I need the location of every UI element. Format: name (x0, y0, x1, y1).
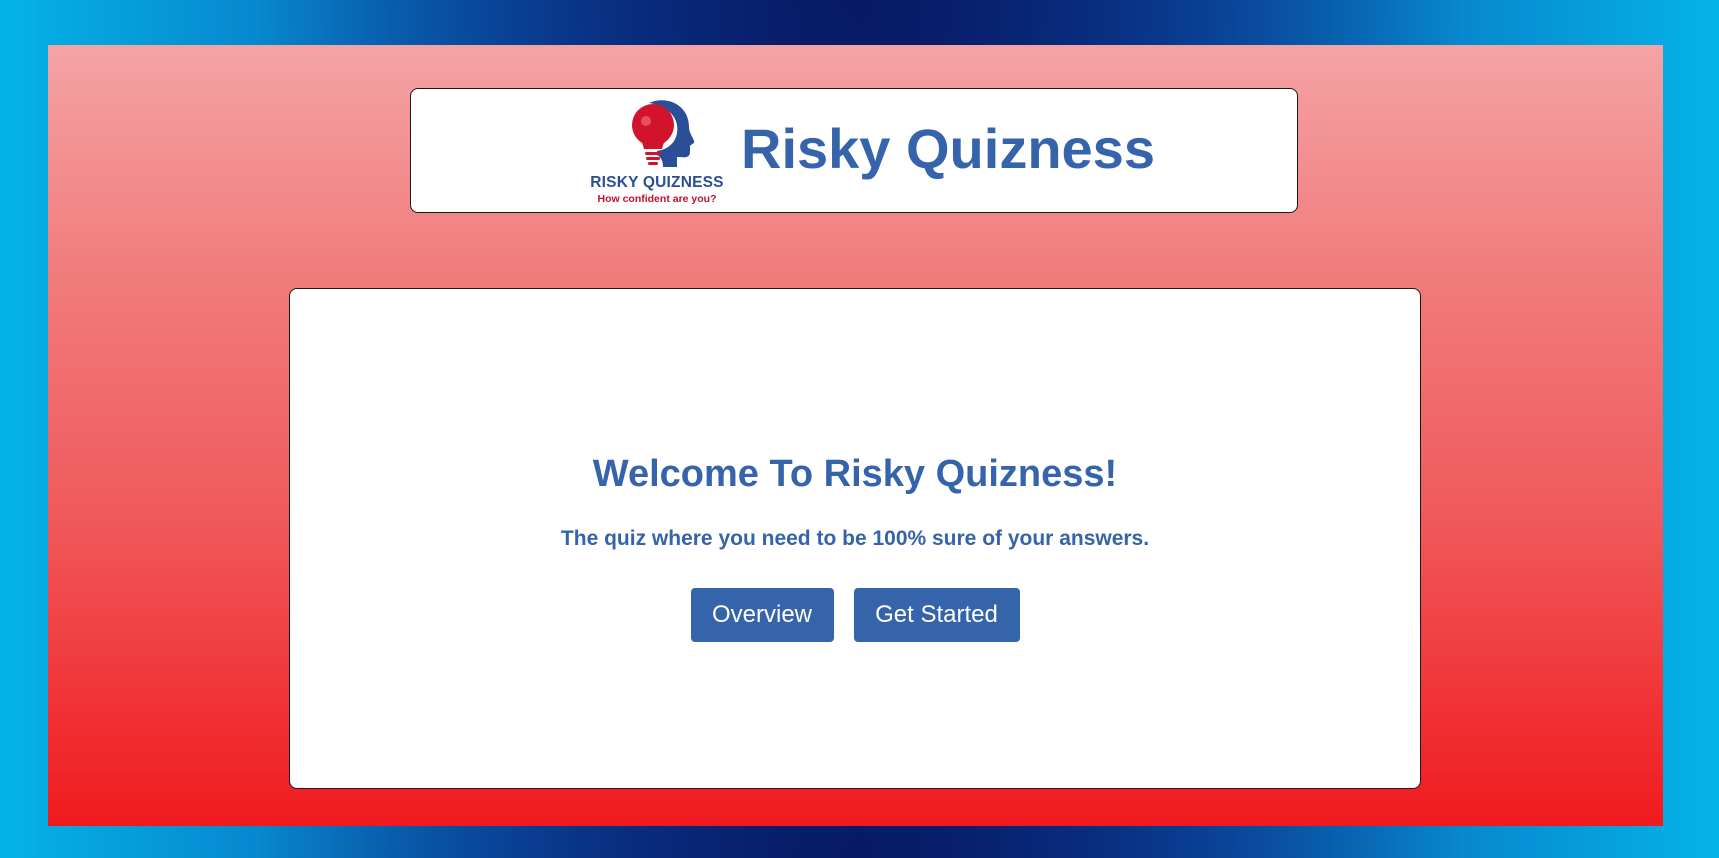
welcome-title: Welcome To Risky Quizness! (592, 453, 1118, 495)
get-started-button[interactable]: Get Started (853, 588, 1020, 642)
welcome-subtitle: The quiz where you need to be 100% sure … (560, 527, 1150, 550)
head-lightbulb-icon (632, 100, 695, 167)
logo: RISKY QUIZNESS How confident are you? (589, 97, 725, 207)
app-title: Risky Quizness (741, 117, 1155, 180)
welcome-card: Welcome To Risky Quizness! The quiz wher… (289, 288, 1421, 789)
logo-text: RISKY QUIZNESS (590, 174, 724, 191)
action-buttons: Overview Get Started (290, 588, 1420, 642)
page-container: RISKY QUIZNESS How confident are you? Ri… (48, 45, 1663, 826)
logo-tagline: How confident are you? (597, 193, 717, 205)
overview-button[interactable]: Overview (690, 588, 834, 642)
header: RISKY QUIZNESS How confident are you? Ri… (410, 88, 1298, 213)
